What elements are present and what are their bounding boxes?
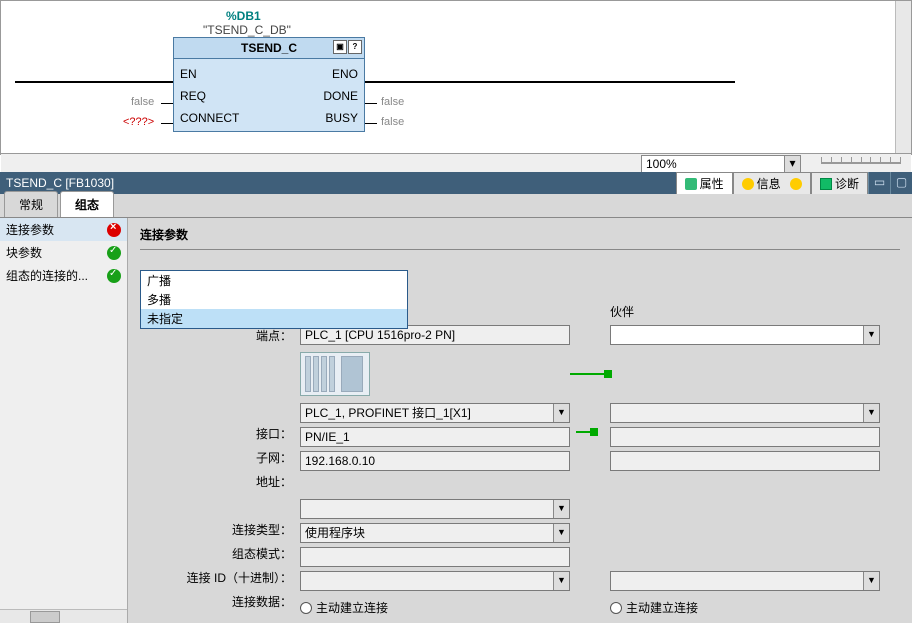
partner-dropdown-popup[interactable]: 广播 多播 未指定 bbox=[140, 270, 408, 329]
nav-configured-conn[interactable]: 组态的连接的... bbox=[0, 264, 127, 287]
nav-scrollbar[interactable] bbox=[0, 609, 127, 623]
label-column: 端点： 接口： 子网： 地址： 连接类型： 组态模式： 连接 ID（十进制）： … bbox=[170, 301, 300, 616]
subnet-plug-icon bbox=[576, 425, 600, 439]
chevron-down-icon[interactable]: ▼ bbox=[553, 404, 569, 422]
ok-icon bbox=[107, 246, 121, 260]
subnet-local-field[interactable]: PN/IE_1 bbox=[300, 427, 570, 447]
inspector-header: TSEND_C [FB1030] 属性 信息 诊断 ▭ ▢ bbox=[0, 172, 912, 194]
partner-option[interactable]: 广播 bbox=[141, 271, 407, 290]
zoom-dropdown-icon[interactable]: ▾ bbox=[784, 156, 800, 172]
zoom-slider[interactable] bbox=[821, 159, 901, 167]
nav-connection-params[interactable]: 连接参数 bbox=[0, 218, 127, 241]
wire bbox=[365, 103, 377, 104]
diagnostics-icon bbox=[820, 178, 832, 190]
block-title: TSEND_C bbox=[241, 41, 297, 55]
connid-field[interactable] bbox=[300, 547, 570, 567]
fb-block-tsend-c[interactable]: TSEND_C ▣ ? EN ENO REQ DONE CONNECT BUSY bbox=[173, 37, 365, 132]
info-icon bbox=[742, 178, 754, 190]
power-rail-right bbox=[365, 81, 735, 83]
nav-item-label: 连接参数 bbox=[6, 221, 54, 238]
val-connect[interactable]: <???> bbox=[123, 116, 154, 128]
chevron-down-icon[interactable]: ▼ bbox=[553, 524, 569, 542]
nav-block-params[interactable]: 块参数 bbox=[0, 241, 127, 264]
confmode-field[interactable]: 使用程序块▼ bbox=[300, 523, 570, 543]
link-column bbox=[570, 301, 610, 616]
zoom-value: 100% bbox=[646, 157, 677, 171]
info-badge-icon bbox=[790, 178, 802, 190]
label-conndata: 连接数据： bbox=[170, 591, 292, 615]
subnet-partner-field[interactable] bbox=[610, 427, 880, 447]
radio-icon bbox=[300, 602, 312, 614]
label-address: 地址： bbox=[170, 471, 292, 495]
wire bbox=[161, 103, 173, 104]
pin-en: EN bbox=[180, 67, 197, 81]
section-title: 连接参数 bbox=[140, 226, 900, 243]
tab-info[interactable]: 信息 bbox=[733, 172, 811, 194]
device-image-local bbox=[300, 349, 570, 399]
chevron-down-icon[interactable]: ▼ bbox=[863, 572, 879, 590]
block-editor[interactable]: %DB1 "TSEND_C_DB" TSEND_C ▣ ? EN ENO REQ D… bbox=[0, 0, 912, 155]
tab-properties[interactable]: 属性 bbox=[676, 172, 733, 194]
config-tabstrip: 常规 组态 bbox=[0, 194, 912, 218]
chevron-down-icon[interactable]: ▼ bbox=[863, 326, 879, 344]
chevron-down-icon[interactable]: ▼ bbox=[553, 572, 569, 590]
chevron-down-icon[interactable]: ▼ bbox=[863, 404, 879, 422]
conndata-local-field[interactable]: ▼ bbox=[300, 571, 570, 591]
conntype-field[interactable]: ▼ bbox=[300, 499, 570, 519]
db-name: "TSEND_C_DB" bbox=[203, 23, 291, 37]
val-done[interactable]: false bbox=[381, 96, 404, 108]
inspector-collapse-button[interactable]: ▭ bbox=[868, 172, 890, 194]
block-expand-icon[interactable]: ▣ bbox=[333, 40, 347, 54]
address-partner-field[interactable] bbox=[610, 451, 880, 471]
power-rail-left bbox=[15, 81, 173, 83]
inspector-title: TSEND_C [FB1030] bbox=[6, 176, 114, 190]
pin-connect: CONNECT bbox=[180, 111, 239, 125]
editor-scrollbar[interactable] bbox=[895, 1, 911, 156]
val-busy[interactable]: false bbox=[381, 116, 404, 128]
pin-req: REQ bbox=[180, 89, 206, 103]
conndata-partner-field[interactable]: ▼ bbox=[610, 571, 880, 591]
radio-icon bbox=[610, 602, 622, 614]
zoom-bar: 100% ▾ bbox=[1, 153, 911, 173]
error-icon bbox=[107, 223, 121, 237]
active-local-radio[interactable]: 主动建立连接 bbox=[300, 595, 570, 616]
tab-config[interactable]: 组态 bbox=[60, 191, 114, 217]
pin-done: DONE bbox=[323, 89, 358, 103]
zoom-combo[interactable]: 100% ▾ bbox=[641, 155, 801, 173]
db-symbol: %DB1 bbox=[226, 9, 261, 23]
pin-eno: ENO bbox=[332, 67, 358, 81]
partner-option[interactable]: 未指定 bbox=[141, 309, 407, 328]
endpoint-partner-field[interactable]: ▼ bbox=[610, 325, 880, 345]
tab-diagnostics[interactable]: 诊断 bbox=[811, 172, 868, 194]
label-subnet: 子网： bbox=[170, 447, 292, 471]
interface-local-field[interactable]: PLC_1, PROFINET 接口_1[X1]▼ bbox=[300, 403, 570, 423]
property-page: support.industry.siemens.com/cs 找答案 连接参数… bbox=[128, 218, 912, 623]
label-conntype: 连接类型： bbox=[170, 519, 292, 543]
partner-option[interactable]: 多播 bbox=[141, 290, 407, 309]
properties-icon bbox=[685, 178, 697, 190]
ok-icon bbox=[107, 269, 121, 283]
inspector-expand-button[interactable]: ▢ bbox=[890, 172, 912, 194]
wire bbox=[161, 123, 173, 124]
val-req[interactable]: false bbox=[131, 96, 154, 108]
nav-item-label: 块参数 bbox=[6, 244, 42, 261]
link-icon bbox=[570, 373, 610, 375]
interface-partner-field[interactable]: ▼ bbox=[610, 403, 880, 423]
label-connid: 连接 ID（十进制）： bbox=[170, 567, 292, 591]
nav-item-label: 组态的连接的... bbox=[6, 267, 88, 284]
label-confmode: 组态模式： bbox=[170, 543, 292, 567]
chevron-down-icon[interactable]: ▼ bbox=[553, 500, 569, 518]
tab-general[interactable]: 常规 bbox=[4, 191, 58, 217]
pin-busy: BUSY bbox=[325, 111, 358, 125]
wire bbox=[365, 123, 377, 124]
block-help-icon[interactable]: ? bbox=[348, 40, 362, 54]
divider bbox=[140, 249, 900, 250]
address-local-field[interactable]: 192.168.0.10 bbox=[300, 451, 570, 471]
column-partner-header: 伙伴 bbox=[610, 301, 880, 325]
config-nav: 连接参数 块参数 组态的连接的... bbox=[0, 218, 128, 623]
active-partner-radio[interactable]: 主动建立连接 bbox=[610, 595, 880, 616]
label-interface: 接口： bbox=[170, 423, 292, 447]
